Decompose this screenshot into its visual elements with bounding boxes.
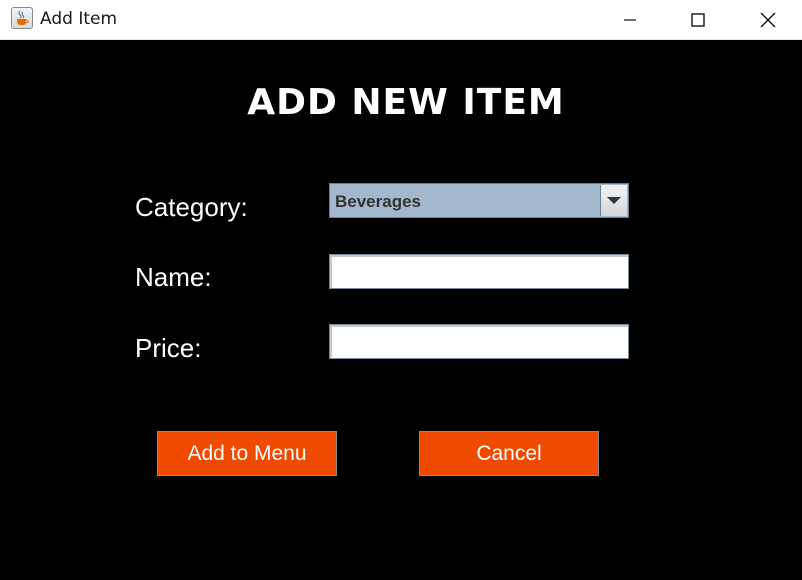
price-field[interactable] xyxy=(329,324,629,359)
category-label: Category: xyxy=(135,192,248,222)
dropdown-arrow-button[interactable] xyxy=(600,185,627,216)
add-item-window: Add Item ADD NEW ITEM Category: Beverage… xyxy=(0,0,802,580)
minimize-icon xyxy=(624,19,636,21)
name-field[interactable] xyxy=(329,254,629,289)
chevron-down-icon xyxy=(607,196,621,204)
java-coffee-icon xyxy=(11,7,33,29)
close-button[interactable] xyxy=(738,0,798,40)
window-title: Add Item xyxy=(40,9,118,29)
title-bar: Add Item xyxy=(0,0,802,40)
category-dropdown[interactable]: Beverages xyxy=(329,183,629,218)
minimize-button[interactable] xyxy=(600,0,660,40)
name-label: Name: xyxy=(135,262,212,292)
add-to-menu-button[interactable]: Add to Menu xyxy=(157,431,337,476)
maximize-button[interactable] xyxy=(668,0,728,40)
price-label: Price: xyxy=(135,333,202,363)
maximize-icon xyxy=(691,13,705,27)
page-title: ADD NEW ITEM xyxy=(247,82,565,123)
close-icon xyxy=(760,12,776,28)
category-selected-value: Beverages xyxy=(335,192,422,211)
cancel-button[interactable]: Cancel xyxy=(419,431,599,476)
